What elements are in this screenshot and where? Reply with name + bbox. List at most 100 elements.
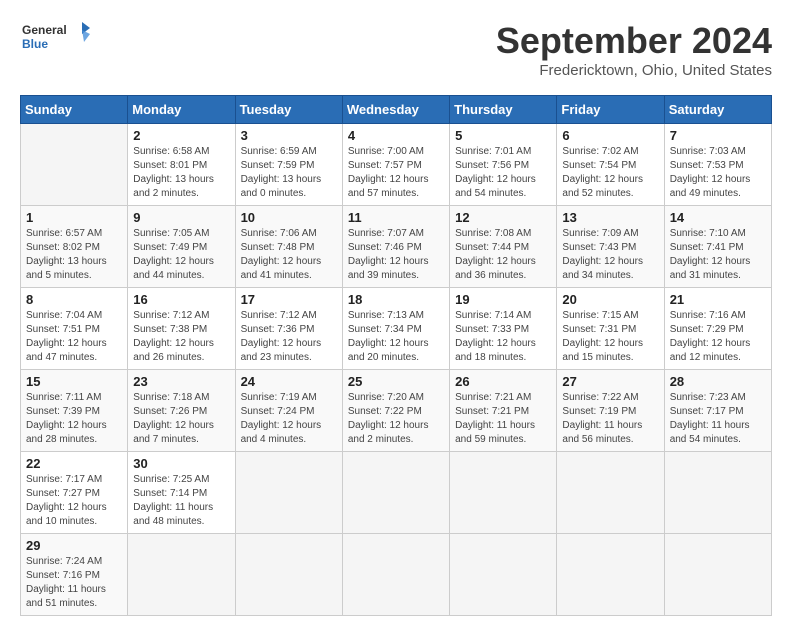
day-number: 24 (241, 374, 337, 389)
calendar-week-row: 8 Sunrise: 7:04 AM Sunset: 7:51 PM Dayli… (21, 288, 772, 370)
calendar-week-row: 29 Sunrise: 7:24 AM Sunset: 7:16 PM Dayl… (21, 534, 772, 616)
day-info: Sunrise: 7:14 AM Sunset: 7:33 PM Dayligh… (455, 309, 551, 365)
calendar-day-cell: 18 Sunrise: 7:13 AM Sunset: 7:34 PM Dayl… (342, 288, 449, 370)
calendar-day-cell (557, 452, 664, 534)
day-info: Sunrise: 7:21 AM Sunset: 7:21 PM Dayligh… (455, 391, 551, 447)
calendar-day-cell: 5 Sunrise: 7:01 AM Sunset: 7:56 PM Dayli… (450, 124, 557, 206)
day-number: 20 (562, 292, 658, 307)
day-number: 7 (670, 128, 766, 143)
day-info: Sunrise: 7:00 AM Sunset: 7:57 PM Dayligh… (348, 145, 444, 201)
day-info: Sunrise: 7:01 AM Sunset: 7:56 PM Dayligh… (455, 145, 551, 201)
calendar-day-cell: 13 Sunrise: 7:09 AM Sunset: 7:43 PM Dayl… (557, 206, 664, 288)
day-info: Sunrise: 7:12 AM Sunset: 7:38 PM Dayligh… (133, 309, 229, 365)
day-number: 16 (133, 292, 229, 307)
day-info: Sunrise: 7:19 AM Sunset: 7:24 PM Dayligh… (241, 391, 337, 447)
day-number: 5 (455, 128, 551, 143)
day-number: 13 (562, 210, 658, 225)
calendar-day-cell: 22 Sunrise: 7:17 AM Sunset: 7:27 PM Dayl… (21, 452, 128, 534)
svg-text:Blue: Blue (22, 37, 48, 51)
col-sunday: Sunday (21, 96, 128, 124)
day-number: 6 (562, 128, 658, 143)
calendar-day-cell: 16 Sunrise: 7:12 AM Sunset: 7:38 PM Dayl… (128, 288, 235, 370)
day-info: Sunrise: 7:13 AM Sunset: 7:34 PM Dayligh… (348, 309, 444, 365)
day-info: Sunrise: 7:02 AM Sunset: 7:54 PM Dayligh… (562, 145, 658, 201)
calendar-day-cell (235, 534, 342, 616)
calendar-day-cell: 8 Sunrise: 7:04 AM Sunset: 7:51 PM Dayli… (21, 288, 128, 370)
day-number: 25 (348, 374, 444, 389)
day-info: Sunrise: 6:59 AM Sunset: 7:59 PM Dayligh… (241, 145, 337, 201)
location-subtitle: Fredericktown, Ohio, United States (496, 62, 772, 79)
calendar-day-cell: 3 Sunrise: 6:59 AM Sunset: 7:59 PM Dayli… (235, 124, 342, 206)
day-info: Sunrise: 7:06 AM Sunset: 7:48 PM Dayligh… (241, 227, 337, 283)
svg-text:General: General (22, 23, 67, 37)
day-info: Sunrise: 7:08 AM Sunset: 7:44 PM Dayligh… (455, 227, 551, 283)
day-info: Sunrise: 7:03 AM Sunset: 7:53 PM Dayligh… (670, 145, 766, 201)
calendar-day-cell: 29 Sunrise: 7:24 AM Sunset: 7:16 PM Dayl… (21, 534, 128, 616)
day-number: 12 (455, 210, 551, 225)
calendar-day-cell: 30 Sunrise: 7:25 AM Sunset: 7:14 PM Dayl… (128, 452, 235, 534)
calendar-day-cell: 14 Sunrise: 7:10 AM Sunset: 7:41 PM Dayl… (664, 206, 771, 288)
day-info: Sunrise: 7:18 AM Sunset: 7:26 PM Dayligh… (133, 391, 229, 447)
day-info: Sunrise: 7:04 AM Sunset: 7:51 PM Dayligh… (26, 309, 122, 365)
day-number: 3 (241, 128, 337, 143)
calendar-day-cell (235, 452, 342, 534)
day-number: 19 (455, 292, 551, 307)
day-number: 1 (26, 210, 122, 225)
calendar-day-cell: 6 Sunrise: 7:02 AM Sunset: 7:54 PM Dayli… (557, 124, 664, 206)
calendar-day-cell: 27 Sunrise: 7:22 AM Sunset: 7:19 PM Dayl… (557, 370, 664, 452)
general-blue-logo-icon: General Blue (20, 20, 90, 56)
calendar-day-cell (557, 534, 664, 616)
col-wednesday: Wednesday (342, 96, 449, 124)
day-number: 14 (670, 210, 766, 225)
calendar-day-cell: 10 Sunrise: 7:06 AM Sunset: 7:48 PM Dayl… (235, 206, 342, 288)
day-info: Sunrise: 7:10 AM Sunset: 7:41 PM Dayligh… (670, 227, 766, 283)
calendar-day-cell: 15 Sunrise: 7:11 AM Sunset: 7:39 PM Dayl… (21, 370, 128, 452)
calendar-day-cell: 20 Sunrise: 7:15 AM Sunset: 7:31 PM Dayl… (557, 288, 664, 370)
day-info: Sunrise: 7:12 AM Sunset: 7:36 PM Dayligh… (241, 309, 337, 365)
calendar-day-cell: 11 Sunrise: 7:07 AM Sunset: 7:46 PM Dayl… (342, 206, 449, 288)
day-info: Sunrise: 7:15 AM Sunset: 7:31 PM Dayligh… (562, 309, 658, 365)
calendar-day-cell: 19 Sunrise: 7:14 AM Sunset: 7:33 PM Dayl… (450, 288, 557, 370)
day-info: Sunrise: 7:11 AM Sunset: 7:39 PM Dayligh… (26, 391, 122, 447)
calendar-day-cell (450, 534, 557, 616)
day-info: Sunrise: 7:23 AM Sunset: 7:17 PM Dayligh… (670, 391, 766, 447)
calendar-day-cell: 2 Sunrise: 6:58 AM Sunset: 8:01 PM Dayli… (128, 124, 235, 206)
day-number: 9 (133, 210, 229, 225)
calendar-day-cell: 4 Sunrise: 7:00 AM Sunset: 7:57 PM Dayli… (342, 124, 449, 206)
day-number: 4 (348, 128, 444, 143)
day-info: Sunrise: 7:05 AM Sunset: 7:49 PM Dayligh… (133, 227, 229, 283)
calendar-day-cell: 12 Sunrise: 7:08 AM Sunset: 7:44 PM Dayl… (450, 206, 557, 288)
col-saturday: Saturday (664, 96, 771, 124)
col-thursday: Thursday (450, 96, 557, 124)
day-number: 29 (26, 538, 122, 553)
calendar-day-cell: 21 Sunrise: 7:16 AM Sunset: 7:29 PM Dayl… (664, 288, 771, 370)
day-info: Sunrise: 7:16 AM Sunset: 7:29 PM Dayligh… (670, 309, 766, 365)
calendar-day-cell: 25 Sunrise: 7:20 AM Sunset: 7:22 PM Dayl… (342, 370, 449, 452)
page-header: General Blue September 2024 Fredericktow… (20, 20, 772, 79)
day-number: 22 (26, 456, 122, 471)
calendar-day-cell: 1 Sunrise: 6:57 AM Sunset: 8:02 PM Dayli… (21, 206, 128, 288)
calendar-day-cell: 28 Sunrise: 7:23 AM Sunset: 7:17 PM Dayl… (664, 370, 771, 452)
calendar-day-cell (664, 534, 771, 616)
calendar-day-cell (128, 534, 235, 616)
day-number: 21 (670, 292, 766, 307)
calendar-day-cell: 17 Sunrise: 7:12 AM Sunset: 7:36 PM Dayl… (235, 288, 342, 370)
day-info: Sunrise: 7:22 AM Sunset: 7:19 PM Dayligh… (562, 391, 658, 447)
calendar-day-cell: 24 Sunrise: 7:19 AM Sunset: 7:24 PM Dayl… (235, 370, 342, 452)
day-info: Sunrise: 7:20 AM Sunset: 7:22 PM Dayligh… (348, 391, 444, 447)
day-number: 23 (133, 374, 229, 389)
day-number: 17 (241, 292, 337, 307)
calendar-day-cell (342, 452, 449, 534)
calendar-day-cell (664, 452, 771, 534)
calendar-header-row: Sunday Monday Tuesday Wednesday Thursday… (21, 96, 772, 124)
day-info: Sunrise: 6:58 AM Sunset: 8:01 PM Dayligh… (133, 145, 229, 201)
day-number: 28 (670, 374, 766, 389)
day-number: 2 (133, 128, 229, 143)
day-number: 27 (562, 374, 658, 389)
calendar-week-row: 2 Sunrise: 6:58 AM Sunset: 8:01 PM Dayli… (21, 124, 772, 206)
day-info: Sunrise: 6:57 AM Sunset: 8:02 PM Dayligh… (26, 227, 122, 283)
calendar-week-row: 22 Sunrise: 7:17 AM Sunset: 7:27 PM Dayl… (21, 452, 772, 534)
calendar-day-cell (21, 124, 128, 206)
day-number: 11 (348, 210, 444, 225)
day-info: Sunrise: 7:07 AM Sunset: 7:46 PM Dayligh… (348, 227, 444, 283)
